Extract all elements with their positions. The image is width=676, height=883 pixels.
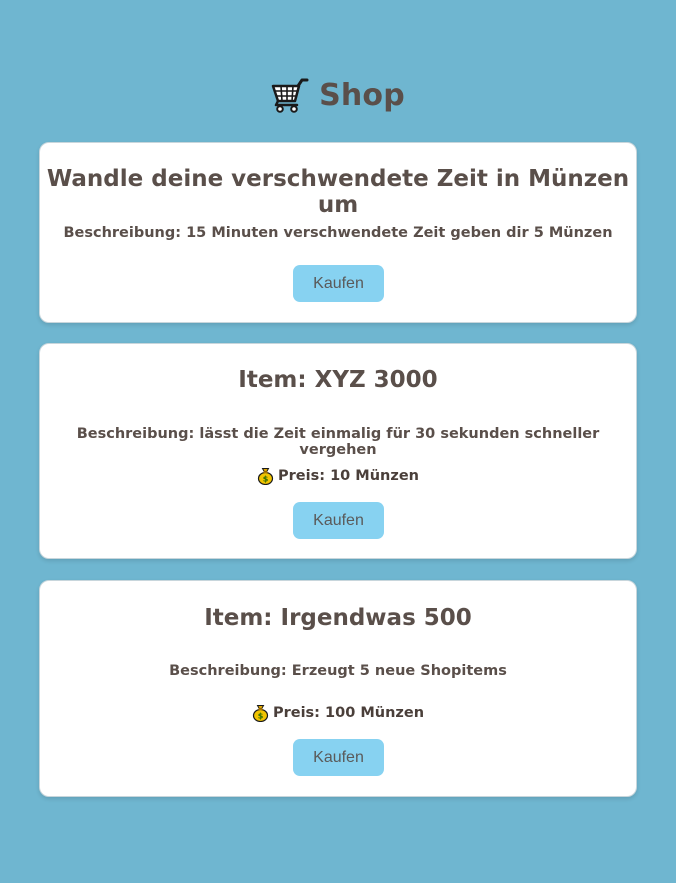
buy-button[interactable]: Kaufen (293, 502, 384, 539)
shop-item-card: Wandle deine verschwendete Zeit in Münze… (39, 142, 637, 323)
money-bag-icon: $ (257, 468, 274, 485)
buy-button[interactable]: Kaufen (293, 265, 384, 302)
page-title: Shop (319, 77, 405, 113)
item-description: Beschreibung: lässt die Zeit einmalig fü… (76, 426, 600, 458)
item-price: $ Preis: 100 Münzen (40, 704, 636, 722)
item-title: Item: Irgendwas 500 (204, 605, 472, 631)
item-price-label: Preis: 100 Münzen (272, 705, 425, 721)
page-header: Shop (0, 72, 676, 118)
svg-text:$: $ (263, 475, 269, 484)
item-title: Item: XYZ 3000 (238, 367, 438, 393)
shop-page: Shop Wandle deine verschwendete Zeit in … (0, 0, 676, 883)
item-title: Wandle deine verschwendete Zeit in Münze… (46, 166, 630, 218)
item-description: Beschreibung: 15 Minuten verschwendete Z… (63, 225, 613, 241)
shop-item-card: Item: Irgendwas 500 Beschreibung: Erzeug… (39, 580, 637, 797)
item-price: $ Preis: 10 Münzen (40, 467, 636, 485)
shopping-cart-icon (271, 78, 309, 113)
svg-text:$: $ (258, 712, 264, 721)
buy-button[interactable]: Kaufen (293, 739, 384, 776)
item-description: Beschreibung: Erzeugt 5 neue Shopitems (169, 663, 507, 679)
shop-item-card: Item: XYZ 3000 Beschreibung: lässt die Z… (39, 343, 637, 559)
money-bag-icon: $ (252, 705, 269, 722)
item-price-label: Preis: 10 Münzen (278, 468, 419, 484)
